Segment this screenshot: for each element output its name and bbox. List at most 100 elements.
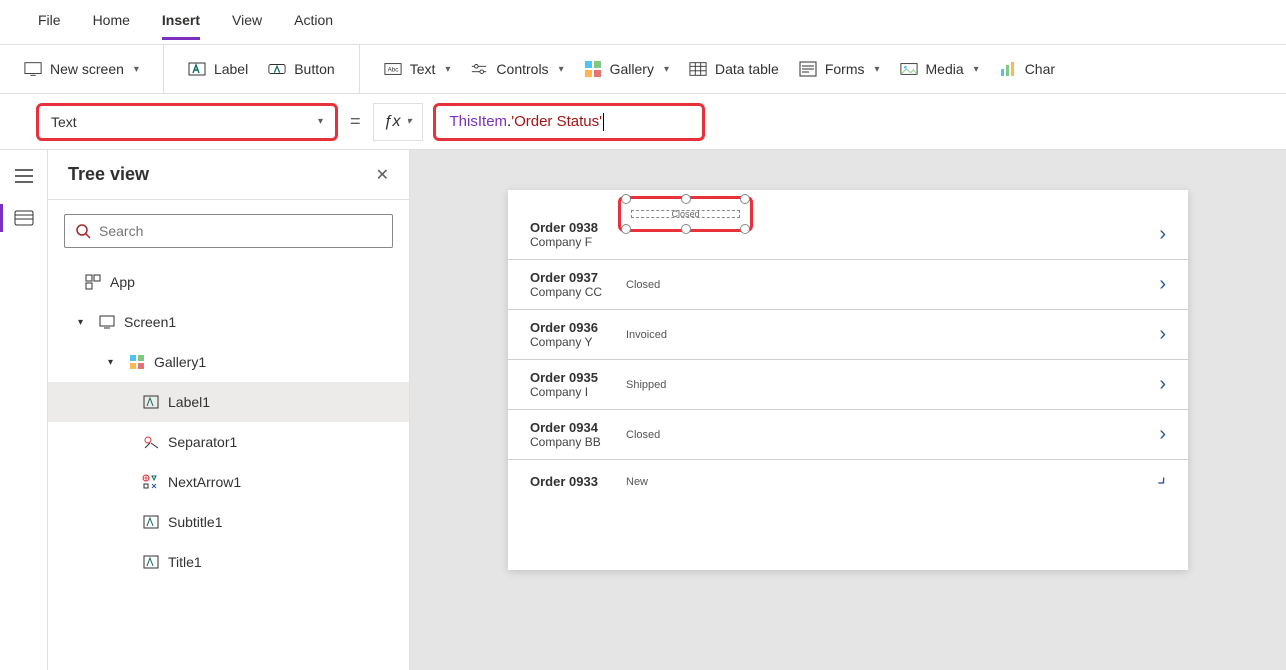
data-table-button[interactable]: Data table [679, 54, 789, 84]
menu-home[interactable]: Home [93, 12, 130, 32]
next-arrow-icon[interactable]: › [1152, 471, 1173, 492]
chevron-down-icon: ▾ [406, 116, 411, 127]
menu-insert[interactable]: Insert [162, 12, 200, 32]
text-cursor [603, 113, 604, 131]
next-arrow-icon[interactable]: › [1159, 223, 1166, 246]
selected-label-frame[interactable]: Closed [618, 196, 753, 232]
next-arrow-icon[interactable]: › [1159, 373, 1166, 396]
expand-arrow-icon[interactable]: ▾ [78, 317, 90, 328]
tree-node-subtitle1[interactable]: Subtitle1 [48, 502, 409, 542]
gallery-label: Gallery [610, 61, 654, 77]
fx-label: ƒx [384, 113, 401, 131]
media-label: Media [926, 61, 964, 77]
chart-label: Char [1025, 61, 1055, 77]
tree-view-title: Tree view [68, 164, 149, 185]
screen-icon [98, 313, 116, 331]
formula-input[interactable]: ThisItem.'Order Status' [433, 103, 705, 141]
gallery-item[interactable]: Order 0937 Company CC Closed › [508, 260, 1188, 310]
icons-icon [142, 473, 160, 491]
label-icon [188, 60, 206, 78]
property-value: Text [51, 114, 77, 130]
gallery-item-status: New [626, 476, 648, 488]
gallery-item-title: Order 0934 [530, 420, 620, 435]
button-button[interactable]: Button [258, 54, 344, 84]
property-dropdown[interactable]: Text ▾ [36, 103, 338, 141]
gallery-icon [584, 60, 602, 78]
formula-bar: Text ▾ = ƒx ▾ ThisItem.'Order Status' [0, 94, 1286, 150]
formula-token-string: 'Order Status' [511, 113, 602, 130]
gallery-item[interactable]: Order 0938 Company F › [508, 210, 1188, 260]
tree-node-label: Subtitle1 [168, 514, 222, 530]
controls-icon [470, 60, 488, 78]
gallery-item[interactable]: Order 0935 Company I Shipped › [508, 360, 1188, 410]
new-screen-button[interactable]: New screen ▾ [14, 54, 149, 84]
gallery-item-title: Order 0935 [530, 370, 620, 385]
gallery-button[interactable]: Gallery ▾ [574, 54, 679, 84]
tree-node-label: Gallery1 [154, 354, 206, 370]
gallery-item[interactable]: Order 0934 Company BB Closed › [508, 410, 1188, 460]
menu-action[interactable]: Action [294, 12, 333, 32]
expand-arrow-icon[interactable]: ▾ [108, 357, 120, 368]
tree-node-title1[interactable]: Title1 [48, 542, 409, 582]
text-label: Text [410, 61, 436, 77]
tree-node-separator1[interactable]: Separator1 [48, 422, 409, 462]
formula-overflow[interactable] [705, 103, 1270, 141]
tree-node-label: Screen1 [124, 314, 176, 330]
svg-text:Abc: Abc [387, 67, 398, 74]
button-icon [268, 60, 286, 78]
label-label: Label [214, 61, 248, 77]
chart-button[interactable]: Char [989, 54, 1065, 84]
tree-view-panel: Tree view ✕ App ▾ [48, 150, 410, 670]
tree-node-label: Separator1 [168, 434, 237, 450]
tree-node-nextarrow1[interactable]: NextArrow1 [48, 462, 409, 502]
tree-node-screen1[interactable]: ▾ Screen1 [48, 302, 409, 342]
gallery-icon [128, 353, 146, 371]
equals-sign: = [350, 111, 361, 132]
text-button[interactable]: Abc Text ▾ [374, 54, 461, 84]
tree-node-app[interactable]: App [48, 262, 409, 302]
gallery-item-title: Order 0938 [530, 220, 620, 235]
app-preview[interactable]: Order 0938 Company F › Order 0937 Compan… [508, 190, 1188, 570]
data-table-label: Data table [715, 61, 779, 77]
next-arrow-icon[interactable]: › [1159, 423, 1166, 446]
tree-node-label: Title1 [168, 554, 202, 570]
media-icon [900, 60, 918, 78]
forms-label: Forms [825, 61, 865, 77]
controls-button[interactable]: Controls ▾ [460, 54, 573, 84]
gallery-item-title: Order 0933 [530, 474, 620, 489]
fx-button[interactable]: ƒx ▾ [373, 103, 423, 141]
top-menu: File Home Insert View Action [0, 0, 1286, 44]
search-icon [75, 223, 91, 239]
tree-view-rail-button[interactable] [12, 206, 36, 230]
tree-node-label: Label1 [168, 394, 210, 410]
label-icon [142, 513, 160, 531]
tree-node-label: App [110, 274, 135, 290]
gallery-item-subtitle: Company I [530, 385, 620, 399]
search-input[interactable] [99, 223, 382, 239]
label-button[interactable]: Label [178, 54, 258, 84]
menu-file[interactable]: File [38, 12, 61, 32]
next-arrow-icon[interactable]: › [1159, 323, 1166, 346]
forms-button[interactable]: Forms ▾ [789, 54, 890, 84]
gallery-item[interactable]: Order 0936 Company Y Invoiced › [508, 310, 1188, 360]
gallery-item-subtitle: Company BB [530, 435, 620, 449]
gallery-item-status: Closed [626, 279, 660, 291]
hamburger-button[interactable] [12, 164, 36, 188]
close-icon[interactable]: ✕ [376, 165, 389, 185]
menu-view[interactable]: View [232, 12, 262, 32]
gallery-item-title: Order 0936 [530, 320, 620, 335]
tree-search[interactable] [64, 214, 393, 248]
gallery-item-status: Closed [626, 429, 660, 441]
tree-node-label1[interactable]: Label1 [48, 382, 409, 422]
gallery-item[interactable]: Order 0933 New › [508, 460, 1188, 503]
next-arrow-icon[interactable]: › [1159, 273, 1166, 296]
media-button[interactable]: Media ▾ [890, 54, 989, 84]
gallery-item-subtitle: Company F [530, 235, 620, 249]
chevron-down-icon: ▾ [134, 64, 139, 75]
chevron-down-icon: ▾ [974, 64, 979, 75]
tree-node-gallery1[interactable]: ▾ Gallery1 [48, 342, 409, 382]
data-table-icon [689, 60, 707, 78]
gallery-item-subtitle: Company Y [530, 335, 620, 349]
button-label: Button [294, 61, 334, 77]
chevron-down-icon: ▾ [664, 64, 669, 75]
